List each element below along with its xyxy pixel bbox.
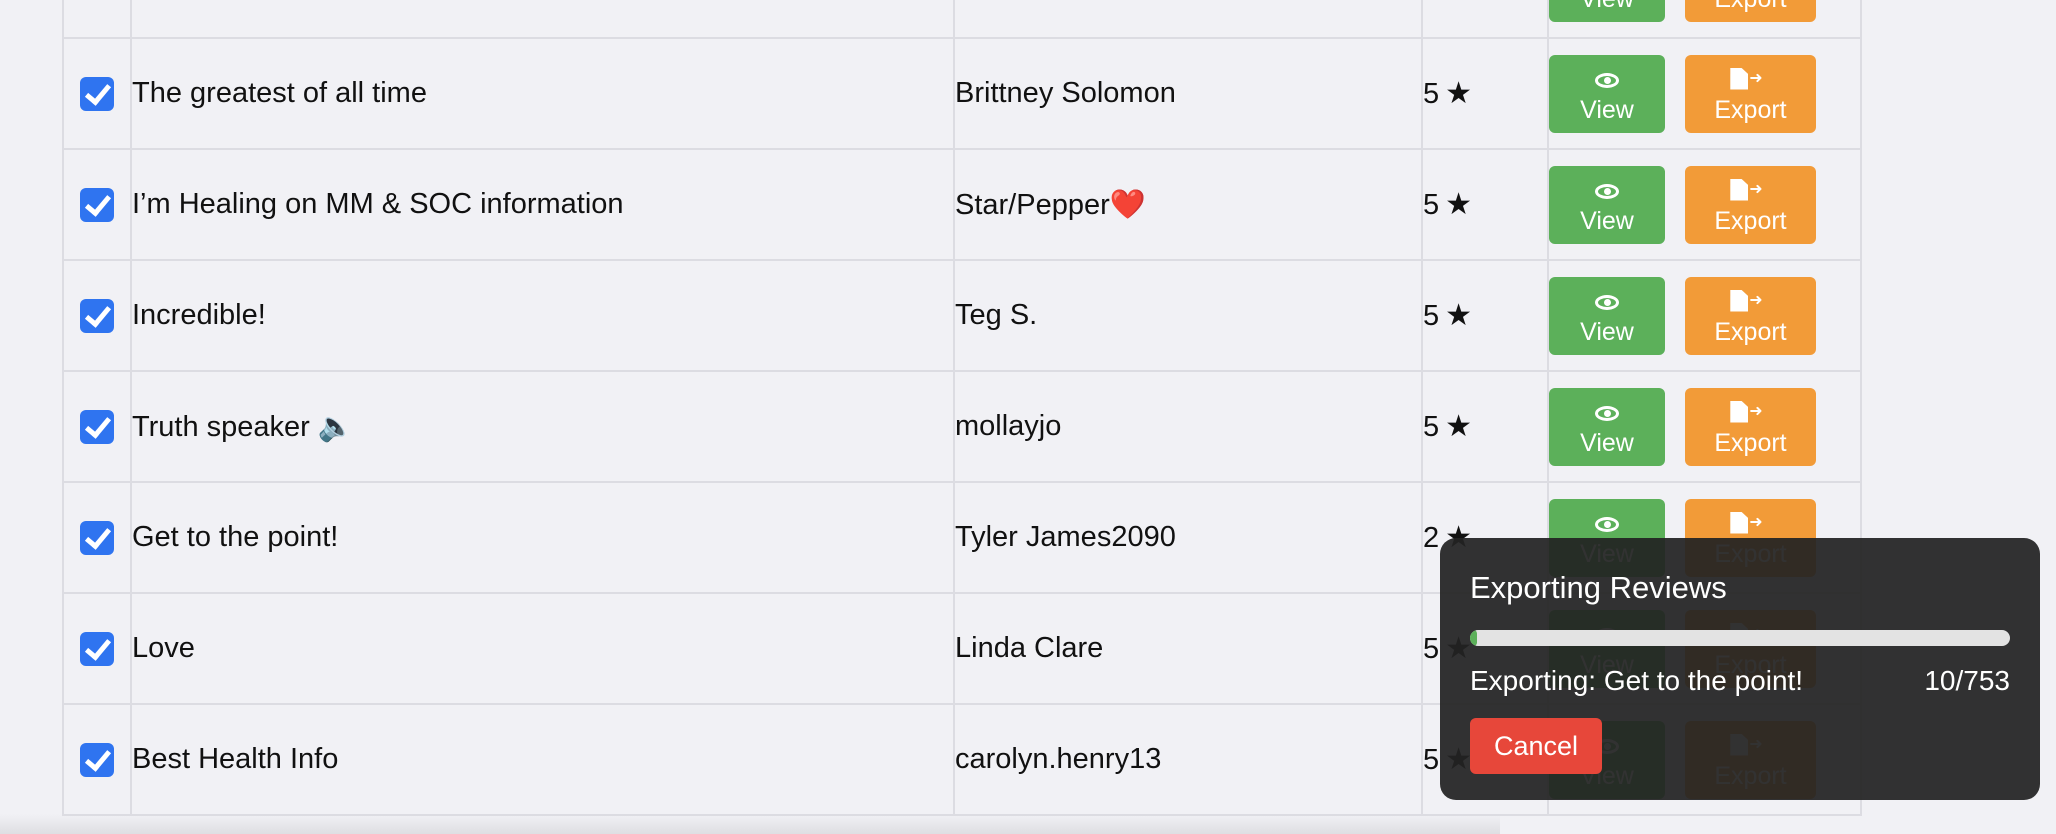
review-author: mollayjo xyxy=(953,370,1423,483)
file-export-icon: ➜ xyxy=(1730,289,1763,318)
view-button-label: View xyxy=(1580,317,1634,346)
review-rating-cell: 5★ xyxy=(1421,370,1549,483)
cancel-export-button[interactable]: Cancel xyxy=(1470,718,1603,774)
view-button[interactable]: View xyxy=(1550,276,1665,355)
export-button[interactable]: ➜ Export xyxy=(1685,54,1816,133)
row-actions: View ➜ Export xyxy=(1547,148,1862,261)
review-rating-cell: ★ xyxy=(1421,0,1549,39)
review-title: I’m Healing on MM & SOC information xyxy=(130,148,955,261)
app-viewport: ★ View ➜ Export The greatest of all time… xyxy=(0,0,2056,834)
export-button[interactable]: ➜ Export xyxy=(1685,0,1816,22)
star-icon: ★ xyxy=(1445,188,1473,221)
eye-icon xyxy=(1595,290,1619,318)
review-title: Get to the point! xyxy=(130,481,955,594)
rating-value: 2 xyxy=(1423,522,1440,554)
eye-icon xyxy=(1595,401,1619,429)
eye-icon xyxy=(1595,68,1619,96)
select-cell xyxy=(62,148,132,261)
table-row: The greatest of all time Brittney Solomo… xyxy=(62,37,1862,150)
export-button-label: Export xyxy=(1714,0,1786,13)
review-author xyxy=(953,0,1423,39)
review-title xyxy=(130,0,955,39)
review-rating-cell: 5★ xyxy=(1421,148,1549,261)
row-actions: View ➜ Export xyxy=(1547,370,1862,483)
view-button-label: View xyxy=(1580,95,1634,124)
export-button-label: Export xyxy=(1714,317,1787,346)
row-checkbox[interactable] xyxy=(80,631,114,666)
review-author: Star/Pepper❤️ xyxy=(953,148,1423,261)
export-button[interactable]: ➜ Export xyxy=(1685,276,1816,355)
view-button[interactable]: View xyxy=(1550,54,1665,133)
select-cell xyxy=(62,481,132,594)
export-panel-title: Exporting Reviews xyxy=(1470,570,1727,605)
review-author: carolyn.henry13 xyxy=(953,703,1423,816)
export-count: 10/753 xyxy=(1924,665,2010,696)
review-author: Linda Clare xyxy=(953,592,1423,705)
review-author: Teg S. xyxy=(953,259,1423,372)
view-button[interactable]: View xyxy=(1550,165,1665,244)
export-progress-panel: Exporting Reviews Exporting: Get to the … xyxy=(1440,538,2040,800)
review-title: Best Health Info xyxy=(130,703,955,816)
row-actions: View ➜ Export xyxy=(1547,37,1862,150)
view-button[interactable]: View xyxy=(1550,0,1665,22)
row-actions: View ➜ Export xyxy=(1547,259,1862,372)
review-rating-cell: 5★ xyxy=(1421,259,1549,372)
rating-value: 5 xyxy=(1423,633,1440,665)
review-title: Truth speaker 🔈 xyxy=(130,370,955,483)
table-row: ★ View ➜ Export xyxy=(62,0,1862,39)
review-title: The greatest of all time xyxy=(130,37,955,150)
file-export-icon: ➜ xyxy=(1730,67,1763,96)
table-row: I’m Healing on MM & SOC information Star… xyxy=(62,148,1862,261)
review-title: Incredible! xyxy=(130,259,955,372)
row-checkbox[interactable] xyxy=(80,76,114,111)
eye-icon xyxy=(1595,512,1619,540)
scroll-shadow xyxy=(0,814,1500,834)
review-rating-cell: 5★ xyxy=(1421,37,1549,150)
view-button-label: View xyxy=(1580,428,1634,457)
export-button-label: Export xyxy=(1714,95,1787,124)
rating-value: 5 xyxy=(1423,300,1440,332)
star-icon: ★ xyxy=(1445,77,1473,110)
select-cell xyxy=(62,37,132,150)
row-checkbox[interactable] xyxy=(80,409,114,444)
rating-value: 5 xyxy=(1423,411,1440,443)
file-export-icon: ➜ xyxy=(1730,178,1763,207)
rating-value: 5 xyxy=(1423,744,1440,776)
select-cell xyxy=(62,703,132,816)
export-button[interactable]: ➜ Export xyxy=(1685,165,1816,244)
star-icon: ★ xyxy=(1445,410,1473,443)
select-cell xyxy=(62,370,132,483)
select-cell xyxy=(62,259,132,372)
view-button-label: View xyxy=(1580,206,1634,235)
rating-value: 5 xyxy=(1423,189,1440,221)
export-status-row: Exporting: Get to the point! 10/753 xyxy=(1470,664,2010,698)
row-checkbox[interactable] xyxy=(80,520,114,555)
select-cell xyxy=(62,0,132,39)
review-title: Love xyxy=(130,592,955,705)
view-button-label: View xyxy=(1580,0,1634,13)
table-row: Incredible! Teg S. 5 ★ View ➜ Export xyxy=(62,259,1862,372)
export-progress-bar xyxy=(1470,630,2010,646)
row-actions: View ➜ Export xyxy=(1547,0,1862,39)
export-status-text: Exporting: Get to the point! xyxy=(1470,665,1804,696)
select-cell xyxy=(62,592,132,705)
eye-icon xyxy=(1595,179,1619,207)
row-checkbox[interactable] xyxy=(80,187,114,222)
review-author: Tyler James2090 xyxy=(953,481,1423,594)
export-progress-fill xyxy=(1470,630,1478,646)
rating-value: 5 xyxy=(1423,78,1440,110)
file-export-icon: ➜ xyxy=(1730,511,1763,540)
view-button[interactable]: View xyxy=(1550,387,1665,466)
file-export-icon: ➜ xyxy=(1730,400,1763,429)
table-row: Truth speaker 🔈 mollayjo 5 ★ View ➜ Expor… xyxy=(62,370,1862,483)
export-button-label: Export xyxy=(1714,428,1787,457)
row-checkbox[interactable] xyxy=(80,298,114,333)
export-button[interactable]: ➜ Export xyxy=(1685,387,1816,466)
star-icon: ★ xyxy=(1445,299,1473,332)
row-checkbox[interactable] xyxy=(80,742,114,777)
export-button-label: Export xyxy=(1714,206,1787,235)
review-author: Brittney Solomon xyxy=(953,37,1423,150)
